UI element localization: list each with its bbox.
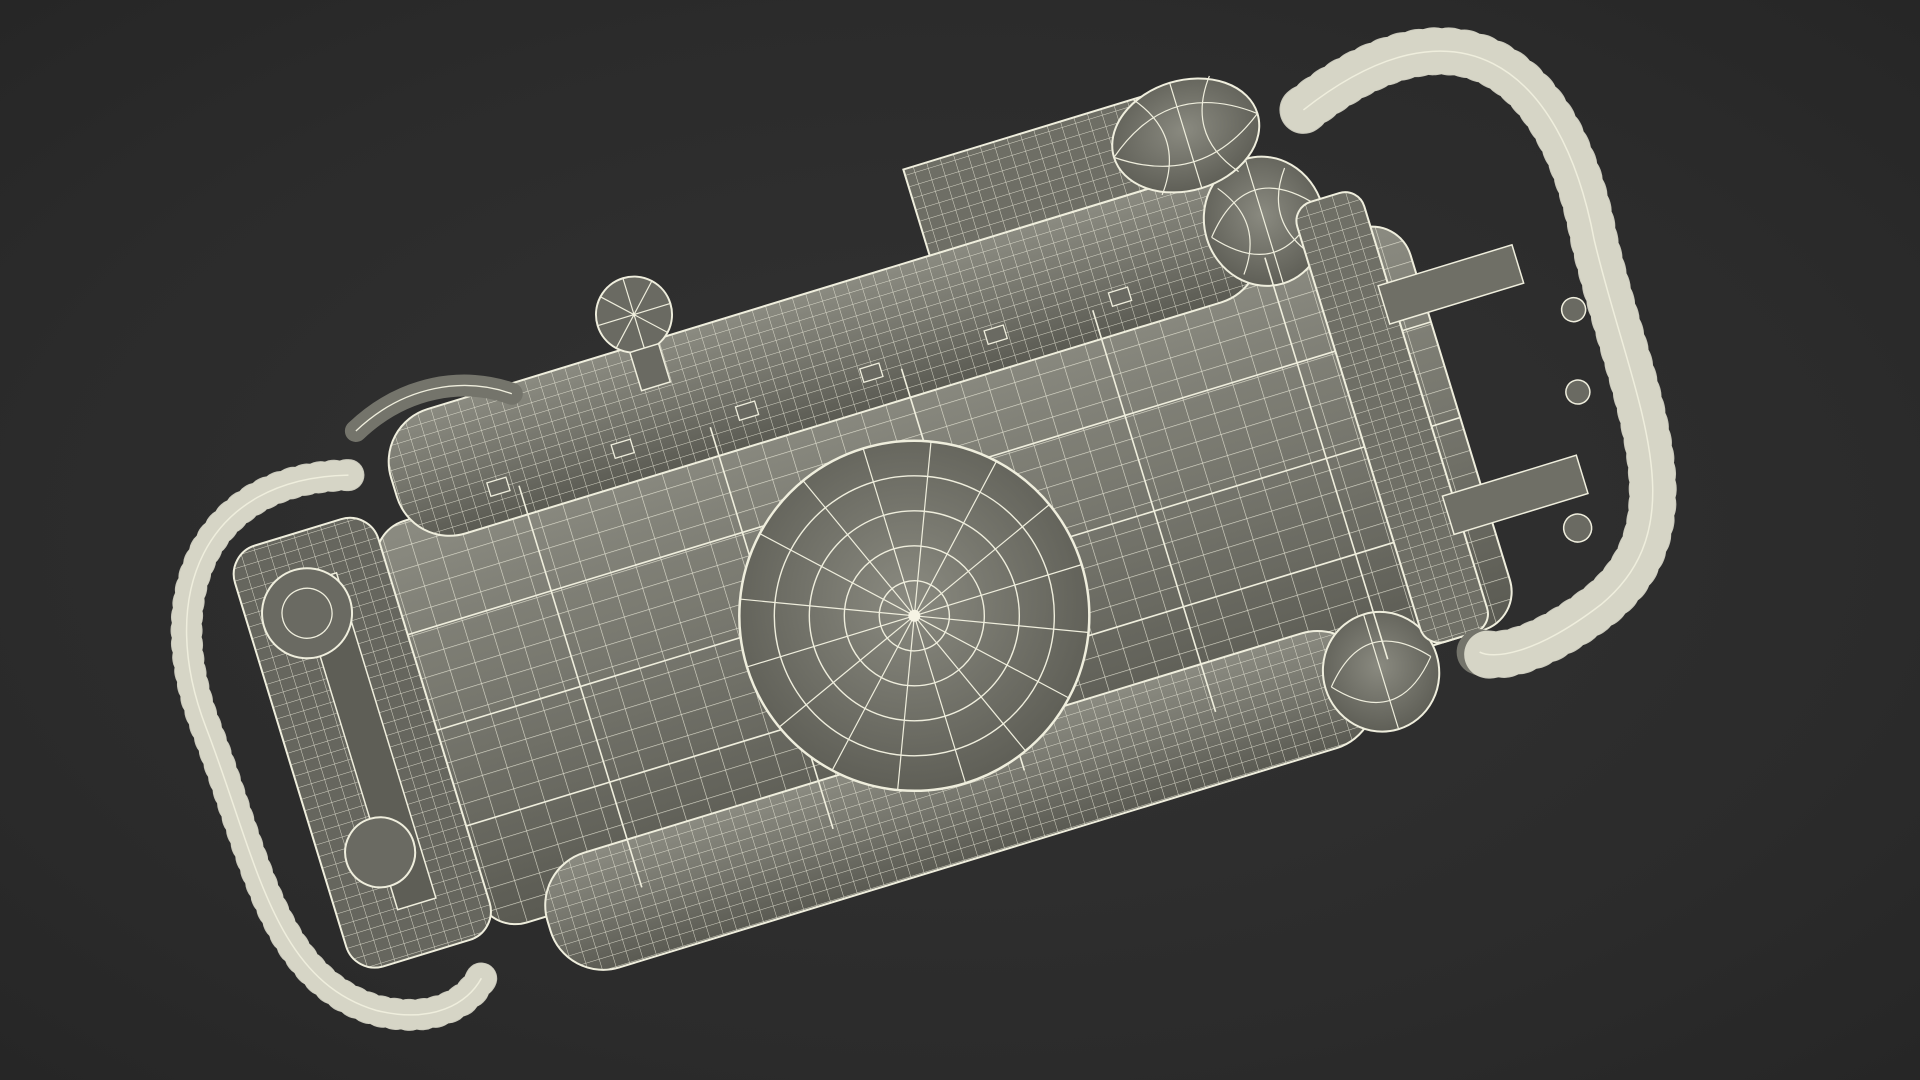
model-body: [170, 27, 1677, 1031]
wireframe-model: [170, 27, 1677, 1031]
render-viewport: [0, 0, 1920, 1080]
